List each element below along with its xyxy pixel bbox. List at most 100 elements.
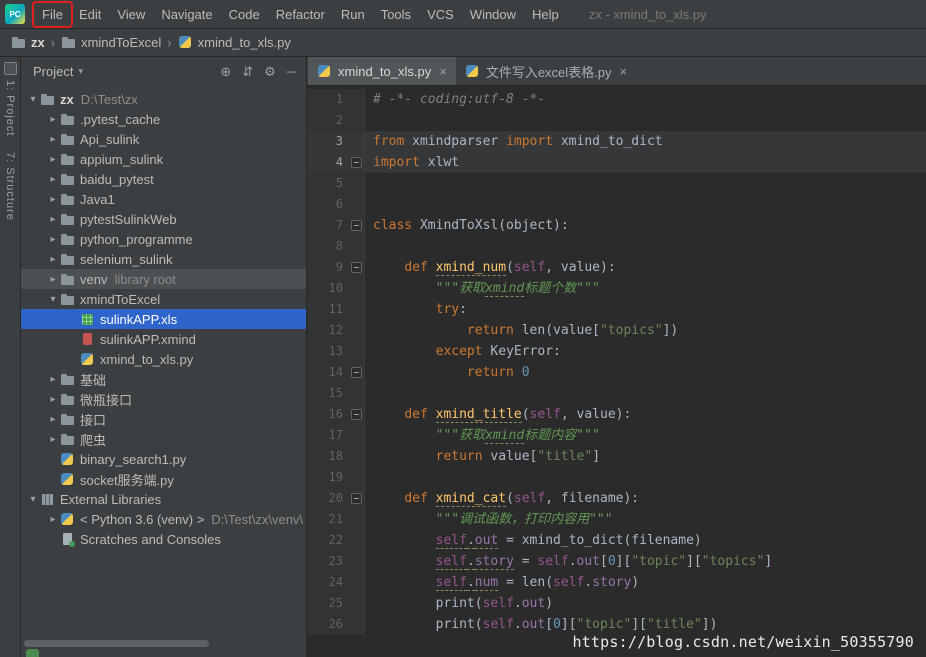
tree-row[interactable]: sulinkAPP.xmind: [21, 329, 306, 349]
fold-marker-icon[interactable]: [349, 488, 364, 509]
chevron-right-icon[interactable]: ▸: [46, 374, 60, 385]
code-line[interactable]: 10 """获取xmind标题个数""": [307, 278, 926, 299]
fold-marker-icon[interactable]: [349, 257, 364, 278]
menu-window[interactable]: Window: [462, 3, 524, 26]
code-line[interactable]: 24 self.num = len(self.story): [307, 572, 926, 593]
tree-row[interactable]: ▾zxD:\Test\zx: [21, 89, 306, 109]
code-line[interactable]: 20 def xmind_cat(self, filename):: [307, 488, 926, 509]
editor-tab[interactable]: 文件写入excel表格.py×: [456, 57, 636, 85]
code-line[interactable]: 22 self.out = xmind_to_dict(filename): [307, 530, 926, 551]
close-icon[interactable]: ×: [439, 64, 447, 79]
code-line[interactable]: 9 def xmind_num(self, value):: [307, 257, 926, 278]
code-line[interactable]: 6: [307, 194, 926, 215]
settings-icon[interactable]: ⚙: [264, 64, 276, 80]
breadcrumb-item[interactable]: xmind_to_xls.py: [176, 35, 293, 50]
chevron-right-icon[interactable]: ▸: [46, 254, 60, 265]
tree-row[interactable]: ▸baidu_pytest: [21, 169, 306, 189]
tree-row[interactable]: ▸Api_sulink: [21, 129, 306, 149]
chevron-right-icon[interactable]: ▸: [46, 214, 60, 225]
tree-row[interactable]: ▸python_programme: [21, 229, 306, 249]
fold-marker-icon[interactable]: [349, 152, 364, 173]
chevron-right-icon[interactable]: ▸: [46, 434, 60, 445]
tree-row[interactable]: ▸appium_sulink: [21, 149, 306, 169]
tree-row[interactable]: sulinkAPP.xls: [21, 309, 306, 329]
menu-run[interactable]: Run: [333, 3, 373, 26]
hide-icon[interactable]: ─: [287, 64, 296, 80]
menu-navigate[interactable]: Navigate: [153, 3, 220, 26]
chevron-right-icon[interactable]: ▸: [46, 394, 60, 405]
fold-marker-icon[interactable]: [349, 215, 364, 236]
chevron-right-icon[interactable]: ▸: [46, 514, 60, 525]
chevron-right-icon[interactable]: ▸: [46, 154, 60, 165]
tree-row[interactable]: ▸基础: [21, 369, 306, 389]
code-line[interactable]: 4import xlwt: [307, 152, 926, 173]
tree-row[interactable]: socket服务端.py: [21, 469, 306, 489]
code-line[interactable]: 19: [307, 467, 926, 488]
tree-row[interactable]: Scratches and Consoles: [21, 529, 306, 549]
code-line[interactable]: 15: [307, 383, 926, 404]
chevron-right-icon[interactable]: ▸: [46, 174, 60, 185]
horizontal-scrollbar[interactable]: [24, 640, 209, 647]
code-line[interactable]: 8: [307, 236, 926, 257]
tree-row[interactable]: xmind_to_xls.py: [21, 349, 306, 369]
tree-row[interactable]: ▸接口: [21, 409, 306, 429]
tree-row[interactable]: ▸pytestSulinkWeb: [21, 209, 306, 229]
code-line[interactable]: 5: [307, 173, 926, 194]
code-token: "title": [647, 617, 702, 632]
menu-edit[interactable]: Edit: [71, 3, 109, 26]
code-editor[interactable]: 1# -*- coding:utf-8 -*-23from xmindparse…: [307, 86, 926, 657]
code-line[interactable]: 1# -*- coding:utf-8 -*-: [307, 89, 926, 110]
code-line[interactable]: 23 self.story = self.out[0]["topic"]["to…: [307, 551, 926, 572]
tree-row[interactable]: ▸selenium_sulink: [21, 249, 306, 269]
tree-row[interactable]: ▸爬虫: [21, 429, 306, 449]
code-line[interactable]: 11 try:: [307, 299, 926, 320]
chevron-right-icon[interactable]: ▸: [46, 134, 60, 145]
bottom-tool-icon[interactable]: [26, 649, 39, 657]
chevron-right-icon[interactable]: ▸: [46, 274, 60, 285]
tree-row[interactable]: ▾xmindToExcel: [21, 289, 306, 309]
editor-tab[interactable]: xmind_to_xls.py×: [308, 57, 456, 85]
code-line[interactable]: 17 """获取xmind标题内容""": [307, 425, 926, 446]
chevron-down-icon[interactable]: ▾: [26, 94, 40, 105]
tree-row[interactable]: ▸微瓶接口: [21, 389, 306, 409]
chevron-right-icon[interactable]: ▸: [46, 414, 60, 425]
close-icon[interactable]: ×: [620, 64, 628, 79]
fold-marker-icon[interactable]: [349, 404, 364, 425]
stripe-button[interactable]: 1: Project: [4, 62, 17, 136]
chevron-down-icon[interactable]: ▾: [46, 294, 60, 305]
menu-file[interactable]: File: [34, 3, 71, 26]
code-line[interactable]: 3from xmindparser import xmind_to_dict: [307, 131, 926, 152]
code-line[interactable]: 12 return len(value["topics"]): [307, 320, 926, 341]
menu-help[interactable]: Help: [524, 3, 567, 26]
menu-refactor[interactable]: Refactor: [268, 3, 333, 26]
tree-row[interactable]: ▾External Libraries: [21, 489, 306, 509]
code-line[interactable]: 21 """调试函数，打印内容用""": [307, 509, 926, 530]
chevron-right-icon[interactable]: ▸: [46, 234, 60, 245]
code-line[interactable]: 2: [307, 110, 926, 131]
tree-row[interactable]: ▸Java1: [21, 189, 306, 209]
tree-row[interactable]: ▸.pytest_cache: [21, 109, 306, 129]
code-line[interactable]: 13 except KeyError:: [307, 341, 926, 362]
breadcrumb-item[interactable]: xmindToExcel: [59, 35, 163, 50]
code-line[interactable]: 14 return 0: [307, 362, 926, 383]
chevron-right-icon[interactable]: ▸: [46, 194, 60, 205]
chevron-right-icon[interactable]: ▸: [46, 114, 60, 125]
chevron-down-icon[interactable]: ▾: [26, 494, 40, 505]
menu-view[interactable]: View: [109, 3, 153, 26]
code-line[interactable]: 18 return value["title"]: [307, 446, 926, 467]
tree-row[interactable]: binary_search1.py: [21, 449, 306, 469]
project-view-selector[interactable]: Project ▾: [33, 64, 83, 79]
stripe-button[interactable]: 7: Structure: [4, 152, 16, 221]
menu-code[interactable]: Code: [221, 3, 268, 26]
tree-row[interactable]: ▸venvlibrary root: [21, 269, 306, 289]
code-line[interactable]: 16 def xmind_title(self, value):: [307, 404, 926, 425]
collapse-all-icon[interactable]: ⇵: [242, 64, 253, 80]
tree-row[interactable]: ▸< Python 3.6 (venv) >D:\Test\zx\venv\: [21, 509, 306, 529]
locate-icon[interactable]: ⊕: [220, 64, 231, 80]
code-line[interactable]: 7class XmindToXsl(object):: [307, 215, 926, 236]
code-line[interactable]: 25 print(self.out): [307, 593, 926, 614]
fold-marker-icon[interactable]: [349, 362, 364, 383]
menu-vcs[interactable]: VCS: [419, 3, 462, 26]
menu-tools[interactable]: Tools: [373, 3, 419, 26]
breadcrumb-item[interactable]: zx: [9, 35, 47, 50]
